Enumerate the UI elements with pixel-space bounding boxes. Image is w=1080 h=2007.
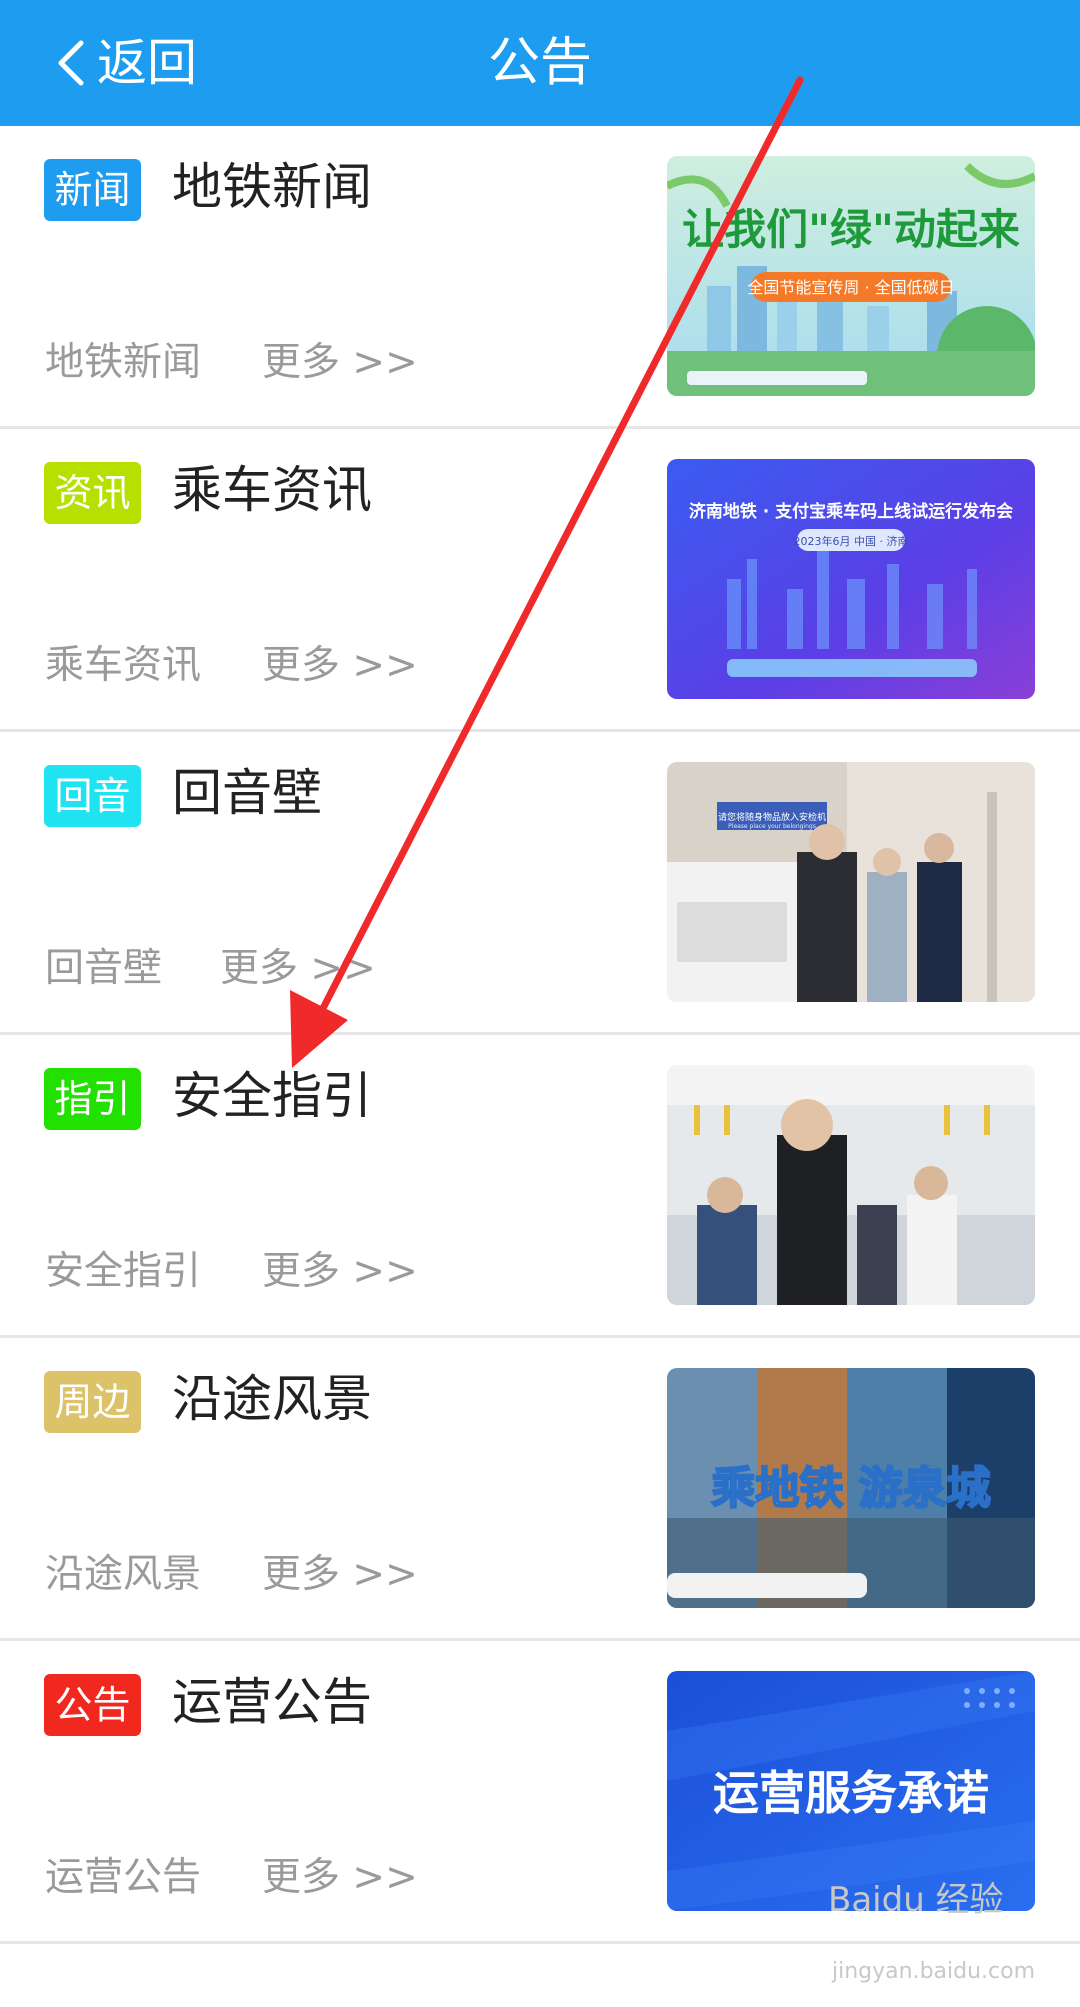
watermark-url: jingyan.baidu.com <box>832 1959 1036 1984</box>
thumbnail-subcaption: 全国节能宣传周 · 全国低碳日 <box>747 278 954 297</box>
category-tag: 资讯 <box>44 462 141 524</box>
list-item[interactable]: 新闻 地铁新闻 地铁新闻 更多 >> 让我们"绿"动起来 全国节能宣传周 · 全… <box>0 126 1080 429</box>
category-tag: 指引 <box>44 1068 141 1130</box>
item-subtitle: 安全指引 <box>45 1249 202 1294</box>
item-title: 乘车资讯 <box>172 461 372 519</box>
more-link[interactable]: 更多 >> <box>262 639 418 693</box>
list-item[interactable]: 回音 回音壁 回音壁 更多 >> 请您将随身物品放入安检机 Please pla… <box>0 732 1080 1035</box>
thumbnail-image[interactable]: 让我们"绿"动起来 全国节能宣传周 · 全国低碳日 <box>667 156 1035 396</box>
page-title: 公告 <box>487 33 592 93</box>
item-subtitle: 乘车资讯 <box>45 643 202 688</box>
more-link[interactable]: 更多 >> <box>262 1548 418 1602</box>
category-tag: 回音 <box>44 765 141 827</box>
list-item[interactable]: 周边 沿途风景 沿途风景 更多 >> 乘地铁 游泉城 <box>0 1338 1080 1641</box>
list-item[interactable]: 资讯 乘车资讯 乘车资讯 更多 >> 济南地铁 · 支付宝乘车码上线试运行发布会… <box>0 429 1080 732</box>
thumbnail-image[interactable]: 运营服务承诺 <box>667 1671 1035 1911</box>
item-title: 回音壁 <box>172 764 322 822</box>
item-title: 地铁新闻 <box>172 158 372 216</box>
list-item[interactable]: 指引 安全指引 安全指引 更多 >> <box>0 1035 1080 1338</box>
more-link[interactable]: 更多 >> <box>262 336 418 390</box>
thumbnail-caption: 济南地铁 · 支付宝乘车码上线试运行发布会 <box>689 501 1013 522</box>
thumbnail-image[interactable]: 济南地铁 · 支付宝乘车码上线试运行发布会 2023年6月 中国 · 济南 <box>667 459 1035 699</box>
thumbnail-caption: 乘地铁 游泉城 <box>711 1463 990 1514</box>
more-link[interactable]: 更多 >> <box>220 942 376 996</box>
category-tag: 新闻 <box>44 159 141 221</box>
thumbnail-image[interactable]: 请您将随身物品放入安检机 Please place your belonging… <box>667 762 1035 1002</box>
item-subtitle: 地铁新闻 <box>45 340 202 385</box>
thumbnail-image[interactable]: 乘地铁 游泉城 <box>667 1368 1035 1608</box>
item-title: 沿途风景 <box>172 1370 372 1428</box>
more-link[interactable]: 更多 >> <box>262 1245 418 1299</box>
thumbnail-caption: 请您将随身物品放入安检机 <box>718 811 826 823</box>
item-subtitle: 回音壁 <box>45 946 163 991</box>
thumbnail-caption: 运营服务承诺 <box>713 1766 989 1820</box>
thumbnail-subcaption: Please place your belongings <box>728 823 816 830</box>
item-title: 运营公告 <box>172 1673 372 1731</box>
thumbnail-image[interactable] <box>667 1065 1035 1305</box>
item-subtitle: 沿途风景 <box>45 1552 202 1597</box>
top-bar: 返回 公告 <box>0 0 1080 126</box>
thumbnail-subcaption: 2023年6月 中国 · 济南 <box>794 534 909 548</box>
thumbnail-caption: 让我们"绿"动起来 <box>682 205 1020 254</box>
item-title: 安全指引 <box>172 1067 372 1125</box>
item-subtitle: 运营公告 <box>45 1855 202 1900</box>
category-tag: 周边 <box>44 1371 141 1433</box>
more-link[interactable]: 更多 >> <box>262 1851 418 1905</box>
watermark: Baidu 经验 <box>828 1880 1004 1920</box>
category-tag: 公告 <box>44 1674 141 1736</box>
